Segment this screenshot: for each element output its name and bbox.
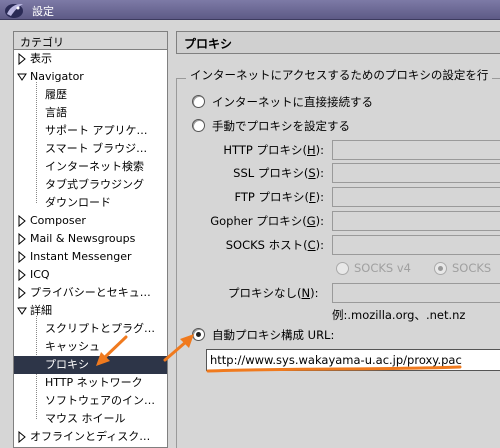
category-item-label: スクリプトとプラグ…	[45, 322, 155, 335]
category-item-label: プライバシーとセキュ…	[30, 286, 151, 299]
category-item-label: ソフトウェアのイン…	[45, 394, 155, 407]
twisty-collapsed-icon[interactable]	[16, 266, 28, 284]
manual-proxy-radio[interactable]	[192, 119, 205, 132]
category-item[interactable]: プライバシーとセキュ…	[14, 284, 167, 302]
no-proxy-input[interactable]	[332, 283, 500, 303]
twisty-collapsed-icon[interactable]	[16, 230, 28, 248]
category-item[interactable]: サポート アプリケ…	[14, 122, 167, 140]
category-item-label: HTTP ネットワーク	[45, 376, 143, 389]
category-item-label: ダウンロード	[45, 196, 111, 209]
auto-proxy-url-input[interactable]: http://www.sys.wakayama-u.ac.jp/proxy.pa…	[206, 349, 500, 371]
category-item[interactable]: インターネット検索	[14, 158, 167, 176]
category-item[interactable]: キャッシュ	[14, 338, 167, 356]
category-item-label: 言語	[45, 106, 67, 119]
category-item[interactable]: スマート ブラウジ…	[14, 140, 167, 158]
category-item-label: 詳細	[30, 304, 52, 317]
category-item[interactable]: 履歴	[14, 86, 167, 104]
app-logo-icon	[5, 4, 23, 18]
proxy-field-input[interactable]	[332, 140, 500, 160]
category-item-label: タブ式ブラウジング	[45, 178, 144, 191]
category-item-label: プロキシ	[45, 358, 89, 371]
category-item[interactable]: プロキシ	[14, 356, 167, 374]
category-item[interactable]: 言語	[14, 104, 167, 122]
category-panel: カテゴリ 表示 Navigator 履歴言語サポート アプリケ… スマート ブラウジ……	[13, 31, 168, 448]
category-item[interactable]: HTTP ネットワーク	[14, 374, 167, 392]
twisty-collapsed-icon[interactable]	[16, 212, 28, 230]
twisty-collapsed-icon[interactable]	[16, 284, 28, 302]
socks-v4-radio[interactable]	[336, 262, 349, 275]
twisty-collapsed-icon[interactable]	[16, 428, 28, 446]
category-item-label: ICQ	[30, 268, 50, 281]
category-item[interactable]: 表示	[14, 50, 167, 68]
direct-connection-label: インターネットに直接接続する	[212, 95, 373, 109]
category-item[interactable]: Composer	[14, 212, 167, 230]
proxy-field-label: SSL プロキシ(S):	[233, 166, 324, 180]
category-item-label: マウス ホイール	[45, 412, 126, 425]
proxy-field-input[interactable]	[332, 235, 500, 255]
twisty-expanded-icon[interactable]	[16, 302, 28, 320]
auto-proxy-label: 自動プロキシ構成 URL:	[212, 328, 335, 342]
category-item-label: インターネット検索	[45, 160, 144, 173]
proxy-panel: プロキシ インターネットにアクセスするためのプロキシの設定を行 インターネットに…	[176, 31, 500, 448]
socks-v5-radio[interactable]	[434, 262, 447, 275]
category-item[interactable]: Navigator	[14, 68, 167, 86]
category-item[interactable]: Instant Messenger	[14, 248, 167, 266]
socks-v5-label: SOCKS	[452, 261, 492, 275]
page-title: プロキシ	[176, 31, 500, 54]
category-item[interactable]: ICQ	[14, 266, 167, 284]
proxy-group-label: インターネットにアクセスするためのプロキシの設定を行	[186, 67, 493, 83]
proxy-field-label: Gopher プロキシ(G):	[210, 214, 324, 228]
category-item-label: Instant Messenger	[30, 250, 132, 263]
category-item-label: オフラインとディスク…	[30, 430, 151, 443]
no-proxy-example: 例:.mozilla.org、.net.nz	[332, 308, 466, 322]
twisty-collapsed-icon[interactable]	[16, 248, 28, 266]
category-item-label: キャッシュ	[45, 340, 100, 353]
proxy-field-input[interactable]	[332, 211, 500, 231]
manual-proxy-label: 手動でプロキシを設定する	[212, 119, 350, 133]
category-item-label: Mail & Newsgroups	[30, 232, 136, 245]
category-item[interactable]: マウス ホイール	[14, 410, 167, 428]
twisty-collapsed-icon[interactable]	[16, 50, 28, 68]
category-item-label: 表示	[30, 52, 52, 65]
category-item[interactable]: Mail & Newsgroups	[14, 230, 167, 248]
proxy-field-label: HTTP プロキシ(H):	[223, 143, 324, 157]
proxy-field-input[interactable]	[332, 163, 500, 183]
category-item[interactable]: オフラインとディスク…	[14, 428, 167, 446]
no-proxy-label: プロキシなし(N):	[228, 286, 319, 300]
category-item[interactable]: タブ式ブラウジング	[14, 176, 167, 194]
category-item-label: Composer	[30, 214, 86, 227]
category-item-label: スマート ブラウジ…	[45, 142, 148, 155]
category-item[interactable]: ダウンロード	[14, 194, 167, 212]
proxy-field-label: FTP プロキシ(F):	[234, 190, 324, 204]
proxy-field-input[interactable]	[332, 187, 500, 207]
category-item-label: Navigator	[30, 70, 84, 83]
direct-connection-radio[interactable]	[192, 95, 205, 108]
title-bar: 設定	[0, 0, 500, 20]
auto-proxy-radio[interactable]	[192, 328, 205, 341]
category-item[interactable]: スクリプトとプラグ…	[14, 320, 167, 338]
twisty-expanded-icon[interactable]	[16, 68, 28, 86]
category-item-label: 履歴	[45, 88, 67, 101]
window-title: 設定	[32, 5, 54, 18]
category-item-label: サポート アプリケ…	[45, 124, 148, 137]
category-header: カテゴリ	[14, 32, 167, 50]
proxy-field-label: SOCKS ホスト(C):	[225, 238, 324, 252]
category-item[interactable]: 詳細	[14, 302, 167, 320]
category-item[interactable]: ソフトウェアのイン…	[14, 392, 167, 410]
socks-v4-label: SOCKS v4	[354, 261, 412, 275]
